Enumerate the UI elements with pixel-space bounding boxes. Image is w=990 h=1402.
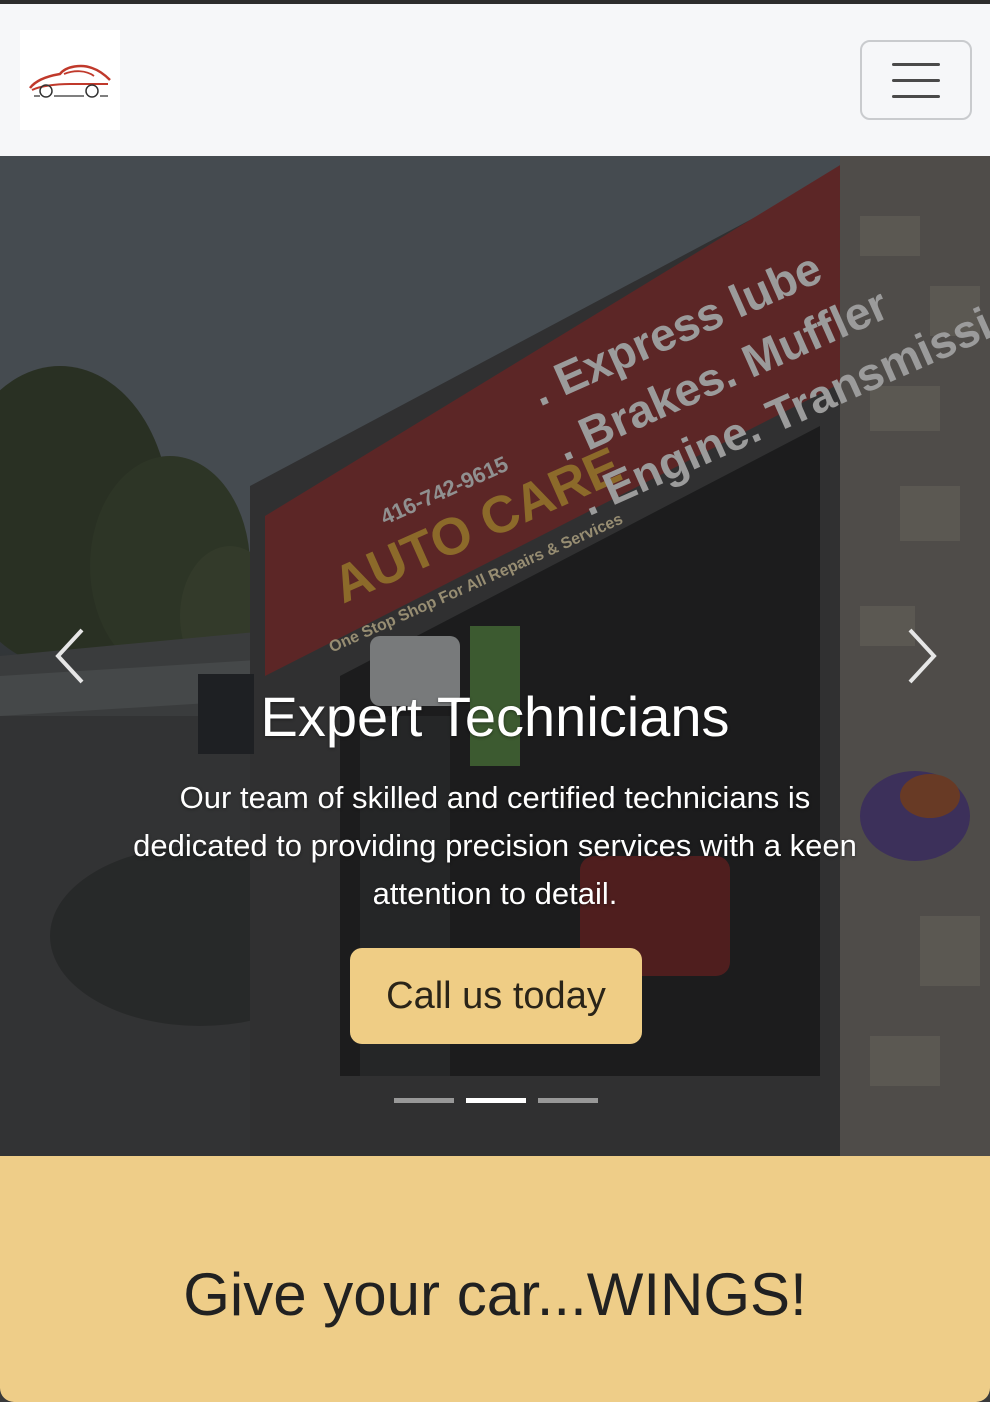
- carousel-caption: Expert Technicians Our team of skilled a…: [120, 686, 870, 918]
- brand-logo[interactable]: [20, 30, 120, 130]
- carousel-indicators: [394, 1098, 598, 1103]
- carousel-indicator-1[interactable]: [394, 1098, 454, 1103]
- carousel-indicator-3[interactable]: [538, 1098, 598, 1103]
- sports-car-logo-icon: [29, 64, 111, 98]
- chevron-left-icon: [55, 628, 84, 684]
- banner-heading: Give your car...WINGS!: [183, 1261, 807, 1328]
- tagline-banner: Give your car...WINGS!: [0, 1156, 990, 1402]
- call-us-button[interactable]: Call us today: [350, 948, 642, 1044]
- slide-text: Our team of skilled and certified techni…: [133, 779, 857, 911]
- chevron-right-icon: [908, 628, 937, 684]
- hamburger-menu-icon: [892, 78, 940, 82]
- slide-title: Expert Technicians: [260, 685, 730, 748]
- carousel-indicator-2[interactable]: [466, 1098, 526, 1103]
- carousel-prev-button[interactable]: [52, 626, 92, 686]
- navbar: [0, 4, 990, 156]
- hero-carousel: AUTO CARE 416-742-9615 One Stop Shop For…: [0, 156, 990, 1156]
- navbar-toggle-button[interactable]: [860, 40, 972, 120]
- carousel-next-button[interactable]: [900, 626, 940, 686]
- hamburger-menu-icon: [892, 62, 940, 66]
- hamburger-menu-icon: [892, 94, 940, 98]
